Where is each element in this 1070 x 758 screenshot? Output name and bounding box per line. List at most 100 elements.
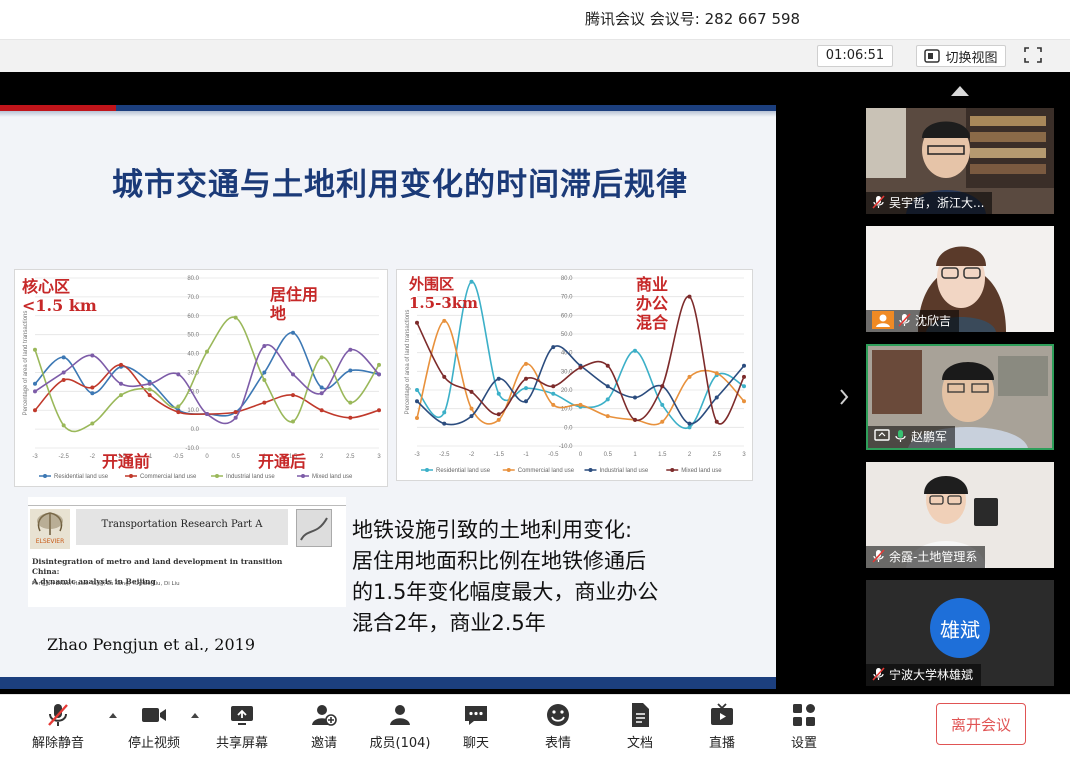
members-button[interactable]: 成员(104) bbox=[362, 701, 438, 753]
data-point bbox=[605, 414, 610, 419]
data-point bbox=[524, 386, 528, 391]
mic-muted-icon bbox=[898, 313, 911, 327]
data-point bbox=[262, 378, 267, 382]
meeting-info: 腾讯会议 会议号: 282 667 598 bbox=[585, 8, 800, 29]
screen-share-icon bbox=[874, 429, 890, 441]
data-point bbox=[742, 384, 746, 389]
y-tick-label: 70.0 bbox=[561, 295, 573, 301]
data-point bbox=[605, 384, 610, 389]
data-point bbox=[742, 399, 746, 404]
data-point bbox=[61, 370, 66, 375]
data-point bbox=[176, 410, 181, 415]
data-point bbox=[660, 402, 665, 407]
scroll-up-icon[interactable] bbox=[949, 84, 971, 98]
invite-button[interactable]: 邀请 bbox=[286, 701, 362, 753]
data-point bbox=[348, 415, 353, 420]
data-point bbox=[319, 355, 324, 360]
meeting-window: 腾讯会议 会议号: 282 667 598 01:06:51 切换视图 城市交通… bbox=[0, 0, 1070, 758]
x-tick-label: 0 bbox=[205, 454, 209, 460]
finding-line3: 的1.5年变化幅度最大，商业办公 bbox=[352, 580, 659, 604]
data-point bbox=[348, 400, 353, 405]
participant-tile[interactable]: 雄斌 宁波大学林雄斌 bbox=[866, 580, 1054, 686]
legend-label: Commercial land use bbox=[518, 468, 575, 474]
data-point bbox=[90, 385, 95, 390]
share-screen-button[interactable]: 共享屏幕 bbox=[204, 701, 280, 753]
finding-line1: 地铁设施引致的土地利用变化: bbox=[352, 518, 633, 542]
data-point bbox=[176, 372, 181, 377]
data-point bbox=[687, 425, 692, 430]
data-point bbox=[496, 391, 501, 396]
data-point bbox=[714, 371, 719, 376]
y-tick-label: -10.0 bbox=[559, 444, 573, 450]
commercial-mixed-peak-label: 商业 办公 混合 bbox=[636, 275, 668, 332]
leave-meeting-button[interactable]: 离开会议 bbox=[936, 703, 1026, 745]
data-point bbox=[742, 374, 746, 379]
y-tick-label: 40.0 bbox=[187, 352, 199, 358]
data-point bbox=[496, 376, 501, 381]
y-tick-label: 60.0 bbox=[187, 314, 199, 320]
series-line bbox=[416, 345, 745, 426]
x-tick-label: -3 bbox=[32, 454, 38, 460]
data-point bbox=[61, 423, 66, 428]
y-tick-label: 20.0 bbox=[561, 388, 573, 394]
members-label: 成员(104) bbox=[369, 736, 431, 751]
x-tick-label: 1.5 bbox=[658, 452, 667, 458]
data-point bbox=[442, 318, 447, 323]
data-point bbox=[605, 397, 610, 402]
chat-button[interactable]: 聊天 bbox=[438, 701, 514, 753]
paper-authors: Pengjun Zhao, Haoxi Yang, Lu Kong, Yumbo… bbox=[32, 581, 180, 587]
invite-label: 邀请 bbox=[310, 736, 337, 751]
user-avatar-icon bbox=[872, 311, 894, 329]
legend-label: Residential land use bbox=[54, 474, 109, 480]
data-point bbox=[262, 370, 267, 375]
members-icon bbox=[390, 705, 410, 725]
video-options-caret-icon[interactable] bbox=[190, 711, 200, 719]
x-tick-label: -1.5 bbox=[494, 452, 505, 458]
participant-tile[interactable]: 余露-土地管理系 bbox=[866, 462, 1054, 568]
core-zone-label: 核心区 <1.5 km bbox=[22, 277, 97, 315]
x-tick-label: 3 bbox=[377, 454, 381, 460]
paper-thumbnail: ELSEVIER Transportation Research Part A … bbox=[28, 497, 346, 607]
data-point bbox=[233, 410, 238, 415]
participant-name: 宁波大学林雄斌 bbox=[889, 667, 974, 682]
journal-cover-icon bbox=[296, 509, 332, 547]
switch-view-button[interactable]: 切换视图 bbox=[916, 45, 1006, 67]
data-point bbox=[578, 365, 583, 370]
x-tick-label: -2.5 bbox=[439, 452, 450, 458]
data-point bbox=[415, 399, 419, 404]
x-tick-label: 2.5 bbox=[346, 454, 355, 460]
before-opening-label: 开通前 bbox=[102, 452, 151, 471]
docs-button[interactable]: 文档 bbox=[602, 701, 678, 753]
data-point bbox=[524, 399, 528, 404]
data-point bbox=[377, 372, 381, 377]
unmute-button[interactable]: 解除静音 bbox=[20, 701, 96, 753]
data-point bbox=[61, 378, 66, 382]
data-point bbox=[33, 389, 37, 394]
data-point bbox=[605, 363, 610, 368]
data-point bbox=[415, 388, 419, 392]
screen-share-stage: 城市交通与土地利用变化的时间滞后规律 -10.0 0.0 10.0 20.0 30.0 4… bbox=[0, 72, 855, 694]
settings-button[interactable]: 设置 bbox=[766, 701, 842, 753]
meeting-id-label: 会议号: bbox=[649, 10, 700, 28]
citation: Zhao Pengjun et al., 2019 bbox=[47, 635, 256, 654]
paper-header-rule bbox=[28, 505, 346, 506]
data-point bbox=[33, 408, 37, 413]
data-point bbox=[90, 421, 95, 426]
collapse-panel-icon[interactable] bbox=[838, 388, 850, 406]
data-point bbox=[377, 408, 381, 413]
x-tick-label: 0 bbox=[579, 452, 583, 458]
data-point bbox=[147, 393, 152, 398]
live-button[interactable]: 直播 bbox=[684, 701, 760, 753]
data-point bbox=[714, 419, 719, 424]
stop-video-button[interactable]: 停止视频 bbox=[116, 701, 192, 753]
data-point bbox=[147, 381, 152, 386]
fullscreen-button[interactable] bbox=[1023, 46, 1045, 66]
participant-tile-active[interactable]: 赵鹏军 bbox=[866, 344, 1054, 450]
data-point bbox=[33, 381, 37, 386]
participant-tile[interactable]: 吴宇哲，浙江大... bbox=[866, 108, 1054, 214]
outer-zone-label-line1: 外围区 bbox=[409, 275, 455, 293]
reactions-button[interactable]: 表情 bbox=[520, 701, 596, 753]
participant-tile[interactable]: 沈欣吉 bbox=[866, 226, 1054, 332]
data-point bbox=[348, 347, 353, 352]
y-axis-label: Percentage of area of land transactions bbox=[405, 310, 411, 415]
